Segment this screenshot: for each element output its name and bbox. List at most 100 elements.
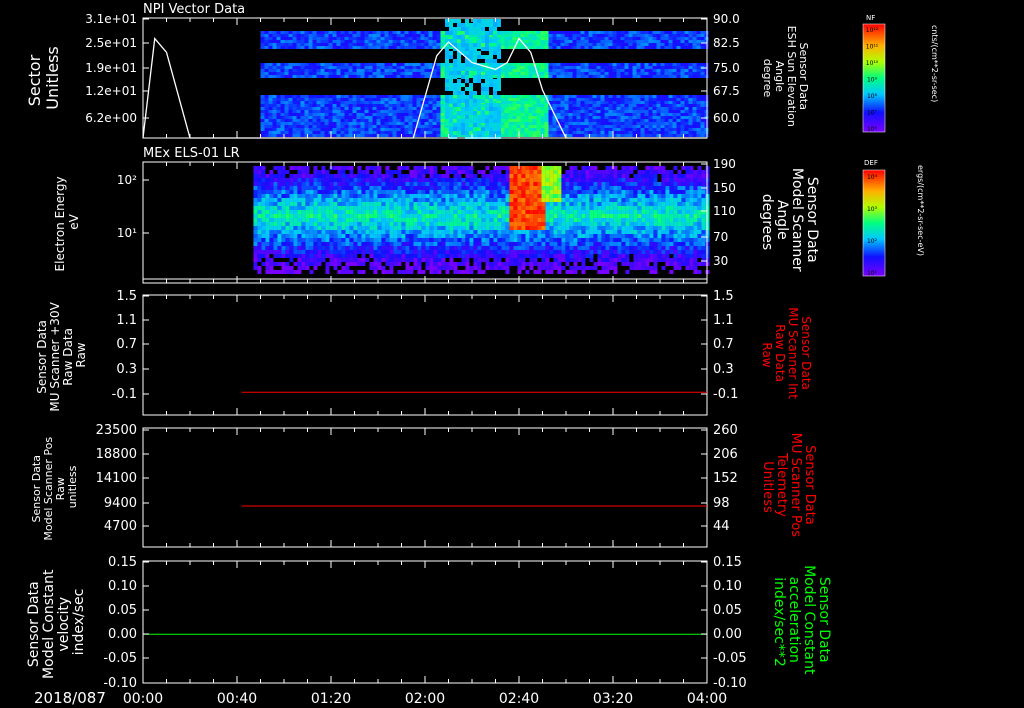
npi-cell [624, 46, 629, 49]
npi-cell [280, 119, 285, 122]
npi-cell [552, 122, 557, 125]
els-cell [445, 210, 450, 214]
els-cell [385, 194, 390, 198]
els-cell [457, 214, 462, 218]
els-cell [309, 262, 314, 266]
npi-cell [400, 40, 405, 43]
els-cell [493, 206, 498, 210]
els-cell [341, 198, 346, 202]
els-cell [405, 210, 410, 214]
els-cell [429, 238, 434, 242]
npi-cell [456, 134, 461, 137]
els-cell [469, 242, 474, 246]
npi-cell [532, 72, 537, 75]
els-cell [309, 222, 314, 226]
els-cell [345, 254, 350, 258]
els-cell [405, 174, 410, 178]
npi-cell [461, 119, 465, 123]
els-cell [381, 210, 386, 214]
npi-cell [688, 104, 693, 107]
npi-colorbar: NF 10¹²10¹¹10¹⁰10⁹10⁸10⁷10⁶ cnts/(cm**2-… [862, 14, 939, 133]
npi-cell [380, 66, 385, 69]
els-cell [413, 234, 418, 238]
els-cell [293, 186, 298, 190]
els-cell [409, 186, 414, 190]
els-cell [501, 206, 506, 210]
npi-cell [436, 107, 441, 110]
npi-cell [360, 75, 365, 78]
els-cell [381, 242, 386, 246]
els-cell [385, 258, 390, 262]
els-cell [369, 182, 374, 186]
npi-cell [284, 43, 289, 46]
els-cell [473, 214, 478, 218]
npi-cell [416, 131, 421, 134]
els-cell [485, 250, 490, 254]
els-cell [449, 238, 454, 242]
els-cell [457, 202, 462, 206]
npi-cell [520, 104, 525, 107]
els-cell [337, 214, 342, 218]
els-cell [357, 218, 362, 222]
npi-cell [552, 119, 557, 122]
npi-cell [572, 113, 577, 116]
els-cell [425, 226, 430, 230]
npi-cell [264, 69, 269, 72]
npi-cell [600, 98, 605, 101]
els-cell [521, 250, 526, 254]
npi-cell [388, 40, 393, 43]
npi-cell [448, 63, 453, 66]
npi-cell [352, 128, 357, 131]
npi-cell [308, 69, 313, 72]
npi-cell [324, 113, 329, 116]
els-cell [465, 254, 470, 258]
npi-cell [400, 75, 405, 78]
npi-cell [477, 67, 481, 71]
npi-cell [648, 116, 653, 119]
npi-cell [292, 113, 297, 116]
els-cell [253, 174, 258, 178]
els-cell [345, 214, 350, 218]
els-cell [481, 242, 486, 246]
els-cell [289, 266, 294, 270]
npi-cell [628, 40, 633, 43]
npi-cell [504, 75, 509, 78]
npi-cell [268, 63, 273, 66]
npi-cell [588, 72, 593, 75]
npi-cell [668, 43, 673, 46]
npi-cell [672, 119, 677, 122]
npi-cell [524, 95, 529, 98]
npi-cell [616, 31, 621, 34]
npi-cell [481, 39, 485, 43]
npi-cell [600, 125, 605, 128]
npi-cell [445, 47, 449, 51]
npi-cell [636, 69, 641, 72]
npi-cell [524, 34, 529, 37]
npi-cell [392, 95, 397, 98]
npi-cell [540, 107, 545, 110]
npi-cell [608, 113, 613, 116]
els-cell [433, 194, 438, 198]
npi-cell [424, 75, 429, 78]
npi-cell [608, 110, 613, 113]
els-cell [273, 246, 278, 250]
els-cell [265, 186, 270, 190]
els-cell [317, 262, 322, 266]
npi-cell [392, 72, 397, 75]
npi-cell [616, 113, 621, 116]
npi-cell [408, 66, 413, 69]
els-cell [381, 238, 386, 242]
npi-cell [469, 103, 473, 107]
npi-cell [504, 46, 509, 49]
npi-cell [572, 131, 577, 134]
npi-cell [544, 69, 549, 72]
npi-cell [368, 66, 373, 69]
npi-cell [469, 127, 473, 131]
colorbar-tick-label: 10¹² [866, 27, 879, 34]
npi-cell [532, 116, 537, 119]
npi-cell [600, 128, 605, 131]
npi-cell [424, 34, 429, 37]
npi-cell [296, 134, 301, 137]
npi-cell [356, 43, 361, 46]
npi-cell [568, 43, 573, 46]
